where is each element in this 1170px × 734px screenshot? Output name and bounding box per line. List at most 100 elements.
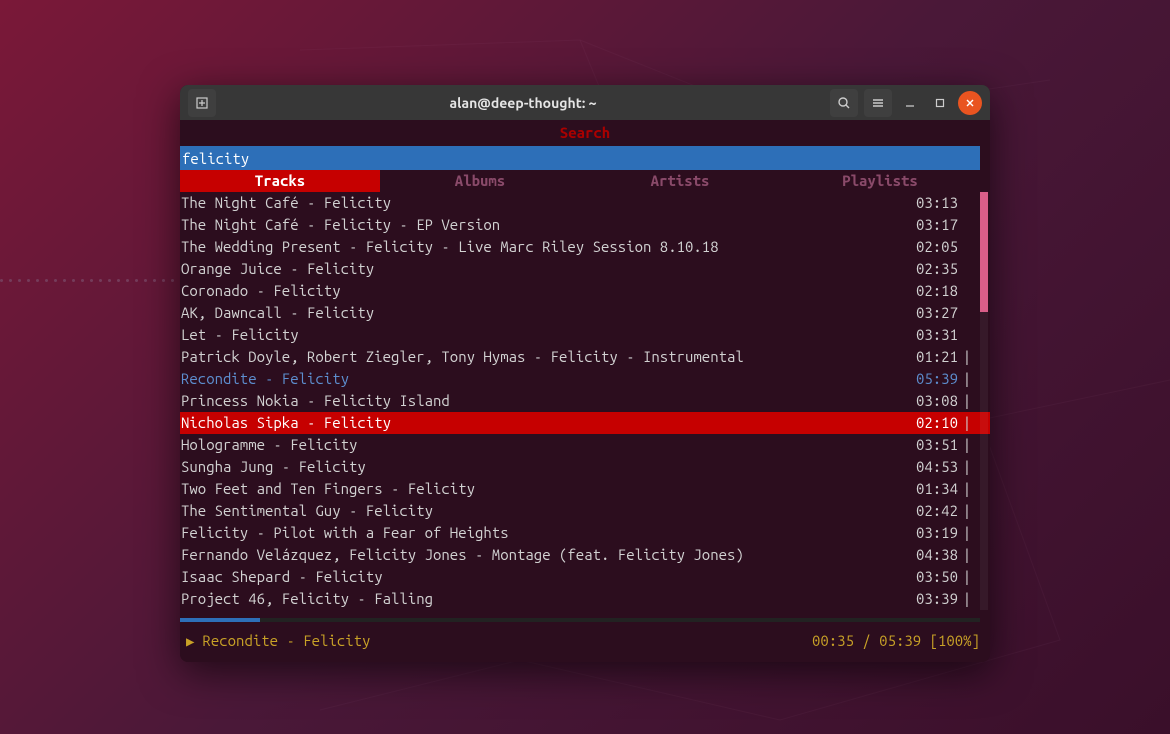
status-time: 00:35 / 05:39 [100%] [812,630,980,652]
track-row[interactable]: Isaac Shepard - Felicity03:50| [180,566,990,588]
play-icon: ▶ [186,630,194,652]
track-row[interactable]: Sungha Jung - Felicity04:53| [180,456,990,478]
search-input[interactable]: felicity [180,146,980,170]
close-button[interactable] [958,91,982,115]
track-title: The Sentimental Guy - Felicity [180,500,904,522]
track-duration: 04:53 [904,456,958,478]
tracks-list: The Night Café - Felicity03:13The Night … [180,192,990,610]
maximize-button[interactable] [928,91,952,115]
track-duration: 03:17 [904,214,958,236]
track-mark [958,324,976,346]
tab-artists[interactable]: Artists [580,170,780,192]
track-title: Sungha Jung - Felicity [180,456,904,478]
track-row[interactable]: Nicholas Sipka - Felicity02:10| [180,412,990,434]
status-bar: ▶ Recondite - Felicity 00:35 / 05:39 [10… [180,622,990,662]
track-mark: | [958,566,976,588]
track-title: Felicity - Pilot with a Fear of Heights [180,522,904,544]
track-mark: | [958,412,976,434]
track-mark: | [958,500,976,522]
track-mark [958,280,976,302]
track-row[interactable]: Hologramme - Felicity03:51| [180,434,990,456]
track-duration: 02:42 [904,500,958,522]
track-duration: 02:18 [904,280,958,302]
track-row[interactable]: Princess Nokia - Felicity Island03:08| [180,390,990,412]
track-title: Let - Felicity [180,324,904,346]
track-row[interactable]: Fernando Velázquez, Felicity Jones - Mon… [180,544,990,566]
track-title: Two Feet and Ten Fingers - Felicity [180,478,904,500]
track-duration: 03:08 [904,390,958,412]
minimize-button[interactable] [898,91,922,115]
track-mark: | [958,478,976,500]
track-mark: | [958,346,976,368]
track-row[interactable]: Coronado - Felicity02:18 [180,280,990,302]
track-duration: 01:21 [904,346,958,368]
track-row[interactable]: Orange Juice - Felicity02:35 [180,258,990,280]
track-mark: | [958,390,976,412]
track-duration: 05:39 [904,368,958,390]
track-duration: 03:19 [904,522,958,544]
search-value: felicity [182,150,249,167]
track-duration: 04:38 [904,544,958,566]
titlebar: alan@deep-thought: ~ [180,85,990,120]
tab-playlists[interactable]: Playlists [780,170,980,192]
cursor-icon [249,146,258,164]
track-duration: 03:27 [904,302,958,324]
track-duration: 02:35 [904,258,958,280]
track-row[interactable]: AK, Dawncall - Felicity03:27 [180,302,990,324]
track-row[interactable]: Felicity - Pilot with a Fear of Heights0… [180,522,990,544]
track-row[interactable]: Recondite - Felicity05:39| [180,368,990,390]
track-title: The Wedding Present - Felicity - Live Ma… [180,236,904,258]
track-row[interactable]: Two Feet and Ten Fingers - Felicity01:34… [180,478,990,500]
track-title: The Night Café - Felicity [180,192,904,214]
track-title: Recondite - Felicity [180,368,904,390]
track-title: The Night Café - Felicity - EP Version [180,214,904,236]
track-mark [958,302,976,324]
track-title: Isaac Shepard - Felicity [180,566,904,588]
track-title: Hologramme - Felicity [180,434,904,456]
scrollbar-thumb[interactable] [980,192,988,312]
track-duration: 03:31 [904,324,958,346]
track-duration: 03:13 [904,192,958,214]
window-title: alan@deep-thought: ~ [222,95,824,111]
terminal-window: alan@deep-thought: ~ Search felicity Tra… [180,85,990,662]
track-row[interactable]: The Night Café - Felicity - EP Version03… [180,214,990,236]
track-title: Patrick Doyle, Robert Ziegler, Tony Hyma… [180,346,904,368]
track-row[interactable]: The Sentimental Guy - Felicity02:42| [180,500,990,522]
track-title: Orange Juice - Felicity [180,258,904,280]
tab-tracks[interactable]: Tracks [180,170,380,192]
scrollbar[interactable] [980,192,988,610]
track-row[interactable]: The Wedding Present - Felicity - Live Ma… [180,236,990,258]
track-mark: | [958,368,976,390]
track-mark [958,236,976,258]
now-playing: Recondite - Felicity [202,630,804,652]
track-row[interactable]: Project 46, Felicity - Falling03:39| [180,588,990,610]
track-mark [958,192,976,214]
track-title: Princess Nokia - Felicity Island [180,390,904,412]
track-mark [958,214,976,236]
track-mark [958,258,976,280]
track-title: Coronado - Felicity [180,280,904,302]
track-title: Project 46, Felicity - Falling [180,588,904,610]
tabs-row: TracksAlbumsArtistsPlaylists [180,170,980,192]
new-tab-button[interactable] [188,89,216,117]
hamburger-menu-button[interactable] [864,89,892,117]
search-heading: Search [180,120,990,146]
track-duration: 03:50 [904,566,958,588]
track-row[interactable]: Patrick Doyle, Robert Ziegler, Tony Hyma… [180,346,990,368]
track-title: Fernando Velázquez, Felicity Jones - Mon… [180,544,904,566]
track-duration: 01:34 [904,478,958,500]
track-mark: | [958,434,976,456]
track-title: AK, Dawncall - Felicity [180,302,904,324]
search-button[interactable] [830,89,858,117]
track-duration: 03:51 [904,434,958,456]
tab-albums[interactable]: Albums [380,170,580,192]
track-row[interactable]: Let - Felicity03:31 [180,324,990,346]
terminal-body: Search felicity TracksAlbumsArtistsPlayl… [180,120,990,662]
track-duration: 03:39 [904,588,958,610]
track-mark: | [958,456,976,478]
progress-bar[interactable] [180,618,980,622]
track-row[interactable]: The Night Café - Felicity03:13 [180,192,990,214]
track-mark: | [958,522,976,544]
track-mark: | [958,544,976,566]
progress-fill [180,618,260,622]
